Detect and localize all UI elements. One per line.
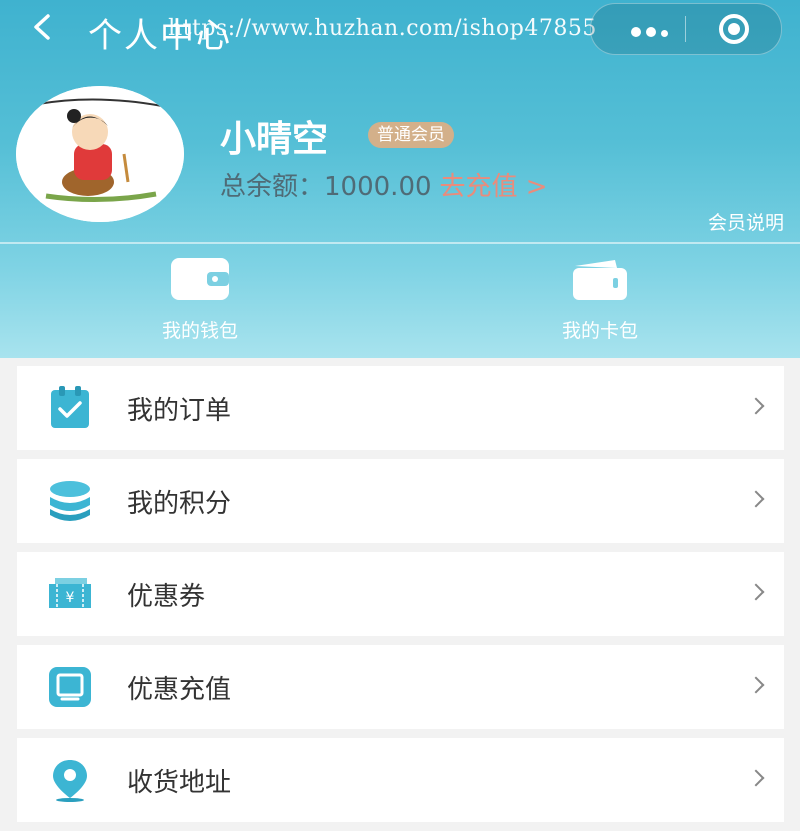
chevron-right-icon <box>747 397 765 415</box>
coupon-icon: ¥ <box>49 578 91 608</box>
profile-header: 个人中心 https://www.huzhan.com/ishop47855 小… <box>0 0 800 358</box>
menu-list: 我的订单 我的积分 ¥ 优惠券 优惠充值 收货地址 <box>17 366 784 831</box>
watermark-url: https://www.huzhan.com/ishop47855 <box>168 16 597 41</box>
username: 小晴空 <box>220 119 329 160</box>
menu-item-address[interactable]: 收货地址 <box>17 738 784 822</box>
menu-label-coupons: 优惠券 <box>127 582 206 612</box>
points-icon <box>50 481 90 521</box>
chevron-right-icon <box>747 490 765 508</box>
location-icon <box>53 760 87 802</box>
close-miniprogram-icon[interactable] <box>719 14 749 44</box>
avatar-illustration <box>16 86 184 222</box>
menu-label-recharge: 优惠充值 <box>127 675 232 705</box>
recharge-icon <box>49 667 91 707</box>
avatar[interactable] <box>16 86 184 222</box>
member-info-link[interactable]: 会员说明 <box>708 208 784 235</box>
back-arrow-icon[interactable] <box>28 12 58 42</box>
more-icon[interactable] <box>631 22 673 41</box>
header-divider <box>0 242 800 244</box>
card-pack-icon <box>573 260 627 300</box>
chevron-right-icon <box>747 583 765 601</box>
balance-row: 总余额：1000.00 去充值 > <box>220 166 548 203</box>
wallet-icon <box>171 258 229 300</box>
menu-item-points[interactable]: 我的积分 <box>17 459 784 543</box>
menu-label-address: 收货地址 <box>127 768 232 798</box>
menu-label-points: 我的积分 <box>127 489 232 519</box>
chevron-right-icon <box>747 769 765 787</box>
menu-item-recharge[interactable]: 优惠充值 <box>17 645 784 729</box>
my-card-pack-button[interactable]: 我的卡包 <box>500 258 700 343</box>
chevron-right-icon <box>747 676 765 694</box>
menu-item-orders[interactable]: 我的订单 <box>17 366 784 450</box>
balance-value: 1000.00 <box>324 172 432 202</box>
top-nav-bar: 个人中心 https://www.huzhan.com/ishop47855 <box>0 0 800 60</box>
my-wallet-label: 我的钱包 <box>161 320 238 342</box>
menu-item-coupons[interactable]: ¥ 优惠券 <box>17 552 784 636</box>
my-card-pack-label: 我的卡包 <box>561 320 638 342</box>
my-wallet-button[interactable]: 我的钱包 <box>100 258 300 343</box>
member-level-badge: 普通会员 <box>368 122 454 148</box>
balance-label: 总余额： <box>220 172 325 202</box>
capsule-divider <box>685 16 686 42</box>
mini-program-capsule <box>590 3 782 55</box>
menu-label-orders: 我的订单 <box>127 396 232 426</box>
order-icon <box>51 386 89 428</box>
recharge-link[interactable]: 去充值 > <box>440 172 548 202</box>
svg-text:¥: ¥ <box>66 590 75 606</box>
